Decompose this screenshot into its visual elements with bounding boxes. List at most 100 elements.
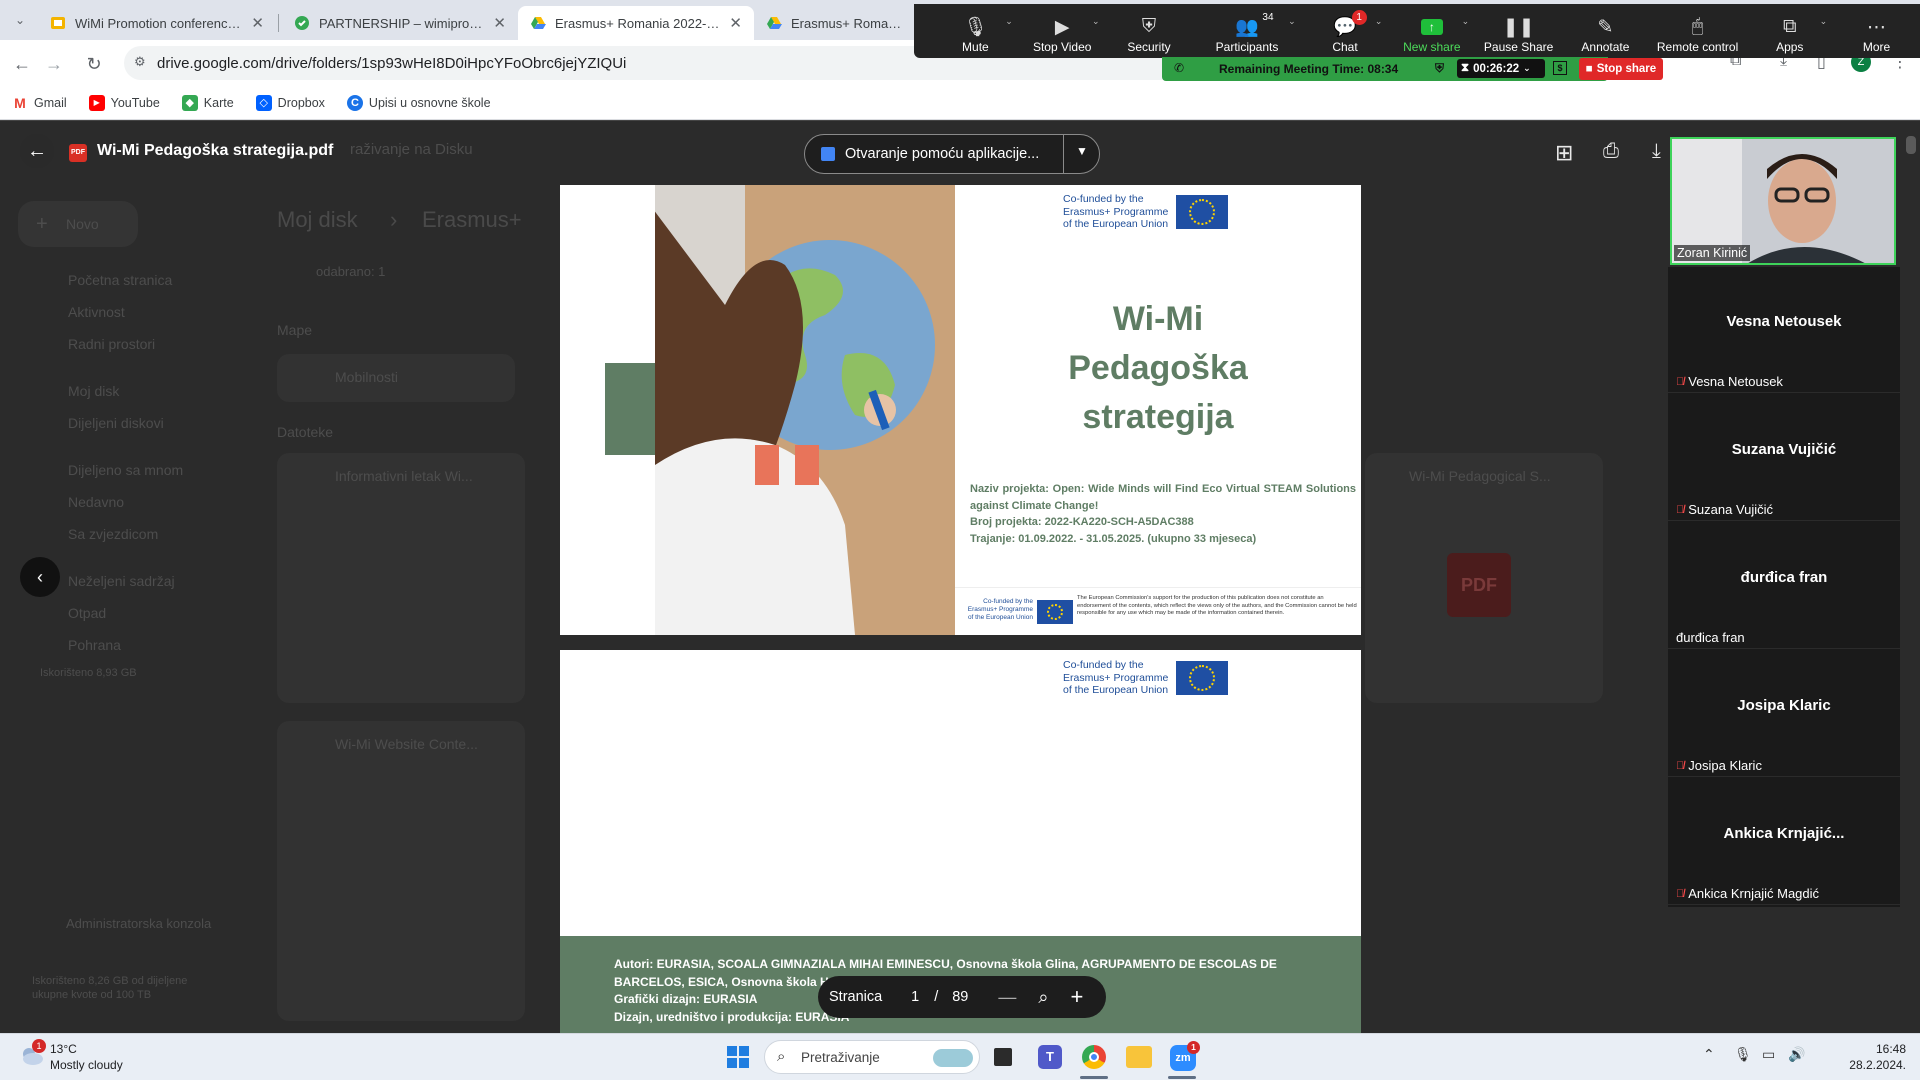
button-label: Annotate xyxy=(1581,40,1630,54)
eu-text-line: Co-funded by the xyxy=(1063,193,1144,205)
site-settings-icon[interactable]: ⚙ xyxy=(134,54,146,70)
close-tab-icon[interactable]: ✕ xyxy=(251,14,264,32)
elapsed-timer[interactable]: ⧗ 00:26:22 ⌄ xyxy=(1457,59,1545,78)
stop-share-button[interactable]: ■ Stop share xyxy=(1579,58,1663,80)
title-line: strategija xyxy=(1082,398,1234,436)
participant-tile[interactable]: đurđica fran đurđica fran xyxy=(1668,523,1900,649)
page-navigator: Stranica 1 / 89 — ⌕ + xyxy=(818,976,1106,1018)
chrome-icon[interactable] xyxy=(1082,1045,1106,1069)
dropbox-icon: ◇ xyxy=(255,94,272,111)
file-name: Wi-Mi Website Conte... xyxy=(335,736,478,752)
nav-item: Dijeljeni diskovi xyxy=(68,415,164,431)
apps-button[interactable]: ⧉ Apps ⌄ xyxy=(1746,4,1833,58)
muted-mic-icon: 🎙̸ xyxy=(1676,759,1685,772)
eu-text-line: of the European Union xyxy=(1063,218,1169,230)
remaining-time-text: Remaining Meeting Time: 08:34 xyxy=(1219,62,1399,76)
security-button[interactable]: ⛨ Security xyxy=(1106,4,1193,58)
chevron-down-icon[interactable]: ⌄ xyxy=(1005,16,1013,27)
forward-arrow-icon[interactable]: → xyxy=(40,50,68,78)
zoom-out-icon[interactable]: — xyxy=(998,987,1016,1008)
nav-item: Pohrana xyxy=(68,637,121,653)
browser-tab-3-active[interactable]: Erasmus+ Romania 2022-2025 ✕ xyxy=(518,6,754,40)
nav-item: Otpad xyxy=(68,605,107,621)
zoom-meeting-toolbar: 🎙 Mute ⌄ ▶ Stop Video ⌄ ⛨ Security 👥 Participa… xyxy=(914,4,1920,58)
chat-button[interactable]: 💬 Chat 1 ⌄ xyxy=(1302,4,1389,58)
active-app-indicator xyxy=(1080,1076,1108,1079)
task-view-icon[interactable] xyxy=(994,1048,1012,1066)
eu-text-line: Erasmus+ Programme xyxy=(967,606,1033,613)
print-icon[interactable]: ⎙ xyxy=(1603,140,1619,163)
bookmark-upisi[interactable]: C Upisi u osnovne škole xyxy=(346,94,491,111)
page-number-input[interactable]: 1 xyxy=(904,989,926,1005)
url-text[interactable]: drive.google.com/drive/folders/1sp93wHeI… xyxy=(157,55,626,72)
download-icon[interactable]: ⤓ xyxy=(1652,140,1661,163)
clock-date[interactable]: 28.2.2024. xyxy=(1822,1058,1906,1072)
taskbar-search-box[interactable]: ⌕ Pretraživanje xyxy=(764,1040,980,1074)
zoom-app-icon[interactable]: zm 1 xyxy=(1170,1041,1200,1071)
browser-tab-2[interactable]: PARTNERSHIP – wimiproject ✕ xyxy=(282,6,518,40)
new-share-button[interactable]: ↑ New share ⌄ xyxy=(1388,4,1475,58)
nav-item: Nedavno xyxy=(68,494,125,510)
button-label: Participants xyxy=(1215,40,1279,54)
nav-item: Početna stranica xyxy=(68,272,173,288)
participant-tile[interactable]: Suzana Vujičić 🎙̸ Suzana Vujičić xyxy=(1668,395,1900,521)
remote-control-button[interactable]: 🖱 Remote control xyxy=(1649,4,1747,58)
chevron-down-icon[interactable]: ⌄ xyxy=(1820,16,1828,27)
weather-widget[interactable]: 1 xyxy=(18,1039,46,1068)
bookmark-dropbox[interactable]: ◇ Dropbox xyxy=(255,94,325,111)
browser-tab-1[interactable]: WiMi Promotion conference - G ✕ xyxy=(38,6,276,40)
tab-search-chevron-icon[interactable]: ⌄ xyxy=(6,6,34,34)
chevron-down-icon[interactable]: ⌄ xyxy=(1092,16,1100,27)
participant-tile[interactable]: Ankica Krnjajić... 🎙̸ Ankica Krnjajić Mag… xyxy=(1668,779,1900,905)
participant-tile[interactable]: Vesna Netousek 🎙̸ Vesna Netousek xyxy=(1668,267,1900,393)
slides-icon xyxy=(50,15,66,31)
chevron-down-icon[interactable]: ⌄ xyxy=(1375,16,1383,27)
tab-title: Erasmus+ Romania 2022 xyxy=(791,15,902,31)
open-with-button[interactable]: Otvaranje pomoću aplikacije... ▼ xyxy=(804,134,1100,174)
bookmark-gmail[interactable]: M Gmail xyxy=(12,94,67,111)
tray-microphone-icon[interactable]: 🎙 xyxy=(1734,1046,1752,1063)
tray-chevron-up-icon[interactable]: ⌃ xyxy=(1703,1046,1715,1063)
collapse-chevron-left-icon[interactable]: ‹ xyxy=(20,557,60,597)
add-comment-icon[interactable]: ⊞ xyxy=(1555,140,1573,166)
close-tab-icon[interactable]: ✕ xyxy=(729,14,742,32)
participant-tile[interactable]: Josipa Klaric 🎙̸ Josipa Klaric xyxy=(1668,651,1900,777)
title-line: Wi-Mi xyxy=(1112,300,1204,338)
youtube-icon: ▶ xyxy=(88,94,105,111)
project-info-block: Naziv projekta: Open: Wide Minds will Fi… xyxy=(970,481,1356,547)
tray-volume-icon[interactable]: 🔊 xyxy=(1788,1046,1805,1063)
back-arrow-icon[interactable]: ← xyxy=(8,50,36,78)
dropdown-arrow-icon[interactable]: ▼ xyxy=(1076,144,1088,158)
tray-display-icon[interactable]: ▭ xyxy=(1762,1046,1775,1063)
chevron-down-icon[interactable]: ⌄ xyxy=(1288,16,1296,27)
teams-icon[interactable]: T xyxy=(1038,1045,1062,1069)
clock-time[interactable]: 16:48 xyxy=(1852,1042,1906,1056)
weather-temperature: 13°C xyxy=(50,1042,77,1056)
phone-icon: ✆ xyxy=(1174,61,1185,75)
pencil-icon: ✎ xyxy=(1597,16,1614,38)
browser-tab-4[interactable]: Erasmus+ Romania 2022 xyxy=(754,6,914,40)
bookmark-karte[interactable]: ◆ Karte xyxy=(181,94,234,111)
zoom-in-icon[interactable]: + xyxy=(1070,984,1083,1010)
close-viewer-back-arrow-icon[interactable]: ← xyxy=(20,134,54,168)
reload-icon[interactable]: ↻ xyxy=(80,50,108,78)
windows-start-icon[interactable] xyxy=(727,1046,749,1068)
active-speaker-video[interactable]: Zoran Kirinić xyxy=(1670,137,1896,265)
bookmark-youtube[interactable]: ▶ YouTube xyxy=(88,94,160,111)
close-tab-icon[interactable]: ✕ xyxy=(493,14,506,32)
file-explorer-icon[interactable] xyxy=(1126,1046,1152,1068)
zoom-magnifier-icon[interactable]: ⌕ xyxy=(1038,987,1048,1008)
pause-share-button[interactable]: ❚❚ Pause Share xyxy=(1475,4,1562,58)
nav-item: Neželjeni sadržaj xyxy=(68,573,175,589)
more-button[interactable]: ⋯ More xyxy=(1833,4,1920,58)
eu-text-line: Co-funded by the xyxy=(983,598,1033,605)
scrollbar-thumb[interactable] xyxy=(1906,136,1916,154)
annotate-button[interactable]: ✎ Annotate xyxy=(1562,4,1649,58)
bookmark-label: Dropbox xyxy=(277,95,325,110)
site-icon xyxy=(294,15,310,31)
mute-button[interactable]: 🎙 Mute ⌄ xyxy=(932,4,1019,58)
participants-button[interactable]: 👥 Participants 34 ⌄ xyxy=(1192,4,1301,58)
chevron-down-icon[interactable]: ⌄ xyxy=(1462,16,1470,27)
stop-video-button[interactable]: ▶ Stop Video ⌄ xyxy=(1019,4,1106,58)
participant-name-large: Ankica Krnjajić... xyxy=(1723,825,1845,842)
